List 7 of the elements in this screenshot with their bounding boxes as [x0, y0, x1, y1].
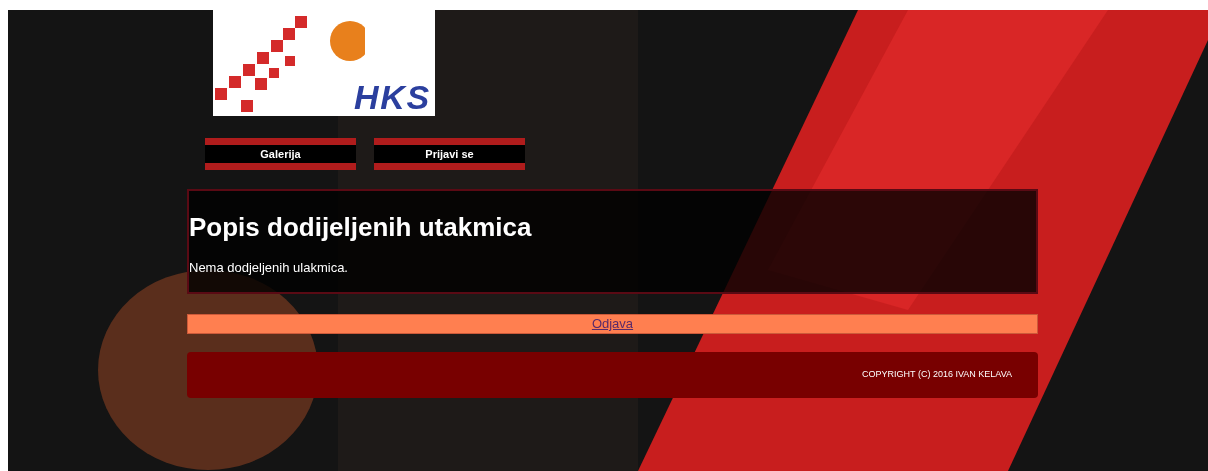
- page-title: Popis dodijeljenih utakmica: [189, 211, 533, 244]
- logout-link[interactable]: Odjava: [591, 314, 634, 334]
- nav-button[interactable]: Prijavi se: [374, 138, 525, 170]
- nav-button[interactable]: Galerija: [205, 138, 356, 170]
- message-text: Nema dodjeljenih ulakmica.: [189, 258, 349, 277]
- copyright-text: COPYRIGHT (C) 2016 IVAN KELAVA: [862, 368, 1012, 382]
- logo-text: HKS: [354, 80, 431, 114]
